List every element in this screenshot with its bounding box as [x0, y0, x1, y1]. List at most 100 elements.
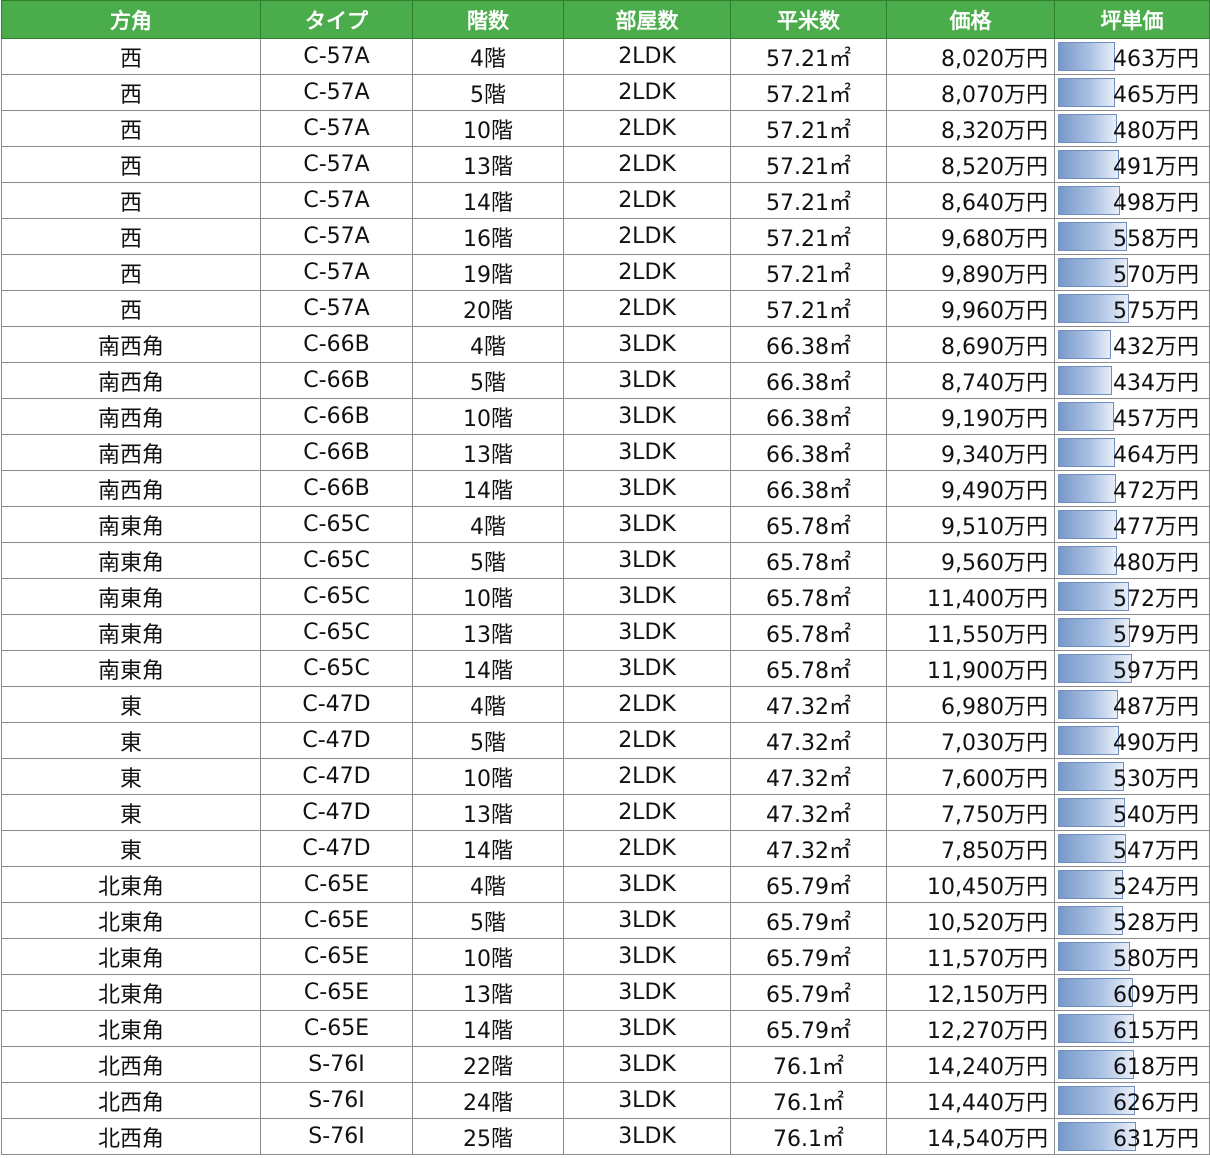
- cell-type[interactable]: C-57A: [260, 74, 413, 111]
- cell-area[interactable]: 65.78㎡: [730, 614, 887, 651]
- cell-price[interactable]: 9,490万円: [886, 470, 1055, 507]
- cell-price[interactable]: 9,680万円: [886, 218, 1055, 255]
- cell-direction[interactable]: 西: [1, 146, 261, 183]
- cell-rooms[interactable]: 3LDK: [563, 1082, 731, 1119]
- cell-type[interactable]: C-47D: [260, 686, 413, 723]
- cell-type[interactable]: C-57A: [260, 254, 413, 291]
- cell-rooms[interactable]: 3LDK: [563, 506, 731, 543]
- cell-unit-price[interactable]: 463万円: [1054, 38, 1210, 75]
- cell-unit-price[interactable]: 572万円: [1054, 578, 1210, 615]
- cell-area[interactable]: 47.32㎡: [730, 830, 887, 867]
- cell-floor[interactable]: 5階: [412, 902, 564, 939]
- cell-price[interactable]: 8,690万円: [886, 326, 1055, 363]
- cell-floor[interactable]: 13階: [412, 614, 564, 651]
- cell-floor[interactable]: 14階: [412, 1010, 564, 1047]
- header-unit-price[interactable]: 坪単価: [1054, 0, 1210, 39]
- cell-unit-price[interactable]: 491万円: [1054, 146, 1210, 183]
- cell-rooms[interactable]: 3LDK: [563, 362, 731, 399]
- cell-unit-price[interactable]: 609万円: [1054, 974, 1210, 1011]
- cell-price[interactable]: 8,640万円: [886, 182, 1055, 219]
- cell-price[interactable]: 10,520万円: [886, 902, 1055, 939]
- cell-price[interactable]: 10,450万円: [886, 866, 1055, 903]
- cell-unit-price[interactable]: 528万円: [1054, 902, 1210, 939]
- cell-price[interactable]: 11,900万円: [886, 650, 1055, 687]
- cell-floor[interactable]: 13階: [412, 434, 564, 471]
- cell-rooms[interactable]: 2LDK: [563, 254, 731, 291]
- cell-area[interactable]: 66.38㎡: [730, 398, 887, 435]
- cell-direction[interactable]: 東: [1, 722, 261, 759]
- cell-type[interactable]: C-65C: [260, 506, 413, 543]
- cell-direction[interactable]: 南西角: [1, 398, 261, 435]
- cell-floor[interactable]: 14階: [412, 470, 564, 507]
- cell-type[interactable]: C-47D: [260, 794, 413, 831]
- cell-unit-price[interactable]: 465万円: [1054, 74, 1210, 111]
- cell-type[interactable]: C-65C: [260, 614, 413, 651]
- cell-type[interactable]: C-57A: [260, 110, 413, 147]
- cell-area[interactable]: 76.1㎡: [730, 1082, 887, 1119]
- cell-unit-price[interactable]: 540万円: [1054, 794, 1210, 831]
- cell-floor[interactable]: 16階: [412, 218, 564, 255]
- cell-price[interactable]: 7,750万円: [886, 794, 1055, 831]
- cell-unit-price[interactable]: 530万円: [1054, 758, 1210, 795]
- header-type[interactable]: タイプ: [260, 0, 413, 39]
- cell-rooms[interactable]: 3LDK: [563, 614, 731, 651]
- cell-price[interactable]: 9,560万円: [886, 542, 1055, 579]
- cell-rooms[interactable]: 2LDK: [563, 722, 731, 759]
- cell-unit-price[interactable]: 570万円: [1054, 254, 1210, 291]
- cell-area[interactable]: 57.21㎡: [730, 110, 887, 147]
- cell-area[interactable]: 47.32㎡: [730, 722, 887, 759]
- cell-area[interactable]: 65.78㎡: [730, 542, 887, 579]
- cell-type[interactable]: C-57A: [260, 38, 413, 75]
- cell-direction[interactable]: 北西角: [1, 1046, 261, 1083]
- cell-price[interactable]: 7,030万円: [886, 722, 1055, 759]
- cell-price[interactable]: 9,510万円: [886, 506, 1055, 543]
- cell-type[interactable]: C-57A: [260, 182, 413, 219]
- cell-unit-price[interactable]: 498万円: [1054, 182, 1210, 219]
- cell-area[interactable]: 76.1㎡: [730, 1046, 887, 1083]
- cell-unit-price[interactable]: 626万円: [1054, 1082, 1210, 1119]
- cell-area[interactable]: 65.78㎡: [730, 506, 887, 543]
- cell-floor[interactable]: 20階: [412, 290, 564, 327]
- cell-rooms[interactable]: 3LDK: [563, 542, 731, 579]
- cell-direction[interactable]: 西: [1, 254, 261, 291]
- cell-direction[interactable]: 北東角: [1, 902, 261, 939]
- cell-direction[interactable]: 西: [1, 290, 261, 327]
- cell-unit-price[interactable]: 575万円: [1054, 290, 1210, 327]
- cell-unit-price[interactable]: 477万円: [1054, 506, 1210, 543]
- cell-unit-price[interactable]: 480万円: [1054, 542, 1210, 579]
- cell-direction[interactable]: 東: [1, 758, 261, 795]
- cell-direction[interactable]: 北西角: [1, 1118, 261, 1155]
- cell-area[interactable]: 57.21㎡: [730, 182, 887, 219]
- cell-area[interactable]: 66.38㎡: [730, 362, 887, 399]
- cell-floor[interactable]: 13階: [412, 146, 564, 183]
- cell-rooms[interactable]: 3LDK: [563, 578, 731, 615]
- cell-unit-price[interactable]: 472万円: [1054, 470, 1210, 507]
- cell-area[interactable]: 47.32㎡: [730, 758, 887, 795]
- cell-price[interactable]: 7,600万円: [886, 758, 1055, 795]
- cell-unit-price[interactable]: 631万円: [1054, 1118, 1210, 1155]
- cell-direction[interactable]: 東: [1, 794, 261, 831]
- cell-rooms[interactable]: 3LDK: [563, 326, 731, 363]
- cell-direction[interactable]: 南東角: [1, 542, 261, 579]
- cell-price[interactable]: 8,520万円: [886, 146, 1055, 183]
- cell-area[interactable]: 57.21㎡: [730, 74, 887, 111]
- cell-floor[interactable]: 5階: [412, 74, 564, 111]
- cell-area[interactable]: 57.21㎡: [730, 290, 887, 327]
- cell-floor[interactable]: 13階: [412, 974, 564, 1011]
- cell-price[interactable]: 14,440万円: [886, 1082, 1055, 1119]
- cell-unit-price[interactable]: 547万円: [1054, 830, 1210, 867]
- cell-direction[interactable]: 北西角: [1, 1082, 261, 1119]
- cell-direction[interactable]: 南西角: [1, 362, 261, 399]
- cell-direction[interactable]: 西: [1, 74, 261, 111]
- cell-floor[interactable]: 4階: [412, 38, 564, 75]
- cell-price[interactable]: 14,240万円: [886, 1046, 1055, 1083]
- cell-rooms[interactable]: 2LDK: [563, 218, 731, 255]
- cell-unit-price[interactable]: 580万円: [1054, 938, 1210, 975]
- cell-floor[interactable]: 5階: [412, 542, 564, 579]
- cell-rooms[interactable]: 2LDK: [563, 794, 731, 831]
- cell-area[interactable]: 65.78㎡: [730, 650, 887, 687]
- cell-area[interactable]: 66.38㎡: [730, 470, 887, 507]
- cell-rooms[interactable]: 3LDK: [563, 974, 731, 1011]
- cell-rooms[interactable]: 2LDK: [563, 830, 731, 867]
- cell-unit-price[interactable]: 615万円: [1054, 1010, 1210, 1047]
